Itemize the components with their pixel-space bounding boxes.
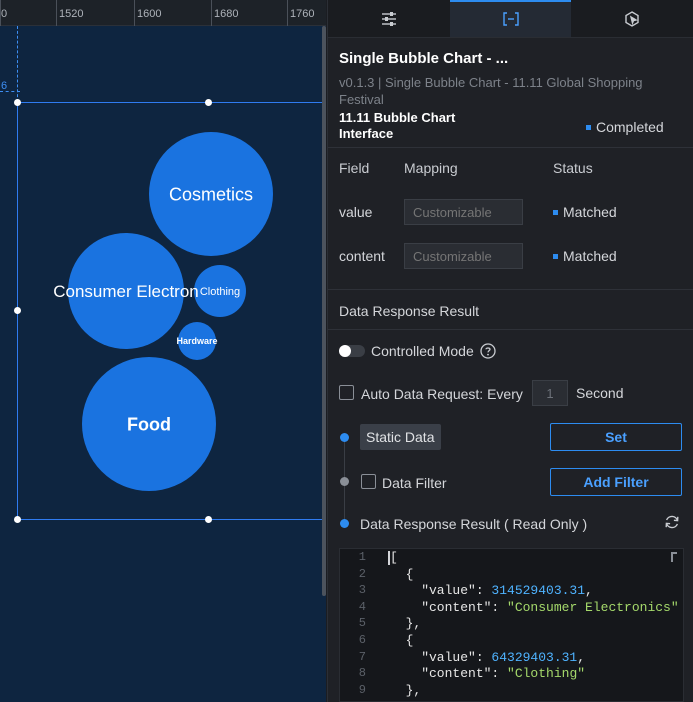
readonly-result-label: Data Response Result ( Read Only ) — [360, 516, 588, 532]
status-dot-icon — [586, 124, 591, 130]
controlled-mode-toggle[interactable] — [339, 345, 365, 357]
line-number: 1 — [358, 550, 366, 564]
field-status: Matched — [553, 204, 617, 220]
canvas-scrollbar[interactable] — [322, 26, 326, 596]
code-text: "content": "Consumer Electronics" — [390, 599, 679, 615]
interval-unit: Second — [576, 385, 624, 401]
code-text: }, — [390, 616, 422, 632]
line-number: 6 — [358, 633, 366, 647]
controlled-mode-row: Controlled Mode — [339, 343, 496, 359]
code-line: 8 "content": "Clothing" — [340, 666, 683, 683]
interface-row: 11.11 Bubble Chart Interface Completed — [339, 108, 684, 144]
config-panel: Single Bubble Chart - ... v0.1.3 | Singl… — [327, 0, 693, 702]
code-line: 3 "value": 314529403.31, — [340, 583, 683, 600]
code-line: 1[ — [340, 550, 683, 567]
code-text: }, — [390, 682, 422, 698]
divider — [328, 147, 693, 148]
pipeline-dot-icon — [340, 433, 349, 442]
column-header-field: Field — [339, 160, 370, 176]
resize-handle-bottom[interactable] — [205, 516, 212, 523]
editor-canvas[interactable]: 0 1520 1600 1680 1760 6 Cosmetics Consume… — [0, 0, 326, 702]
line-number: 5 — [358, 616, 366, 631]
code-text: { — [390, 566, 414, 582]
mapping-input-value[interactable] — [404, 199, 523, 225]
code-text: [ — [390, 550, 398, 565]
section-heading: Data Response Result — [339, 303, 480, 319]
column-header-status: Status — [553, 160, 593, 176]
code-line: 7 "value": 64329403.31, — [340, 649, 683, 667]
selected-component-frame[interactable] — [17, 102, 326, 520]
json-code-viewer[interactable]: 1[2 {3 "value": 314529403.31, 4 "content"… — [339, 548, 684, 702]
component-title: Single Bubble Chart - ... — [339, 50, 509, 67]
resize-handle-top-left[interactable] — [14, 99, 21, 106]
interface-name: 11.11 Bubble Chart Interface — [339, 110, 456, 141]
interval-input[interactable]: 1 — [532, 380, 568, 406]
line-number: 4 — [358, 599, 366, 614]
data-bracket-icon — [502, 11, 519, 26]
line-number: 8 — [358, 666, 366, 681]
resize-handle-bottom-left[interactable] — [14, 516, 21, 523]
auto-request-checkbox[interactable] — [339, 385, 354, 400]
code-line: 6 { — [340, 633, 683, 650]
line-number: 3 — [358, 583, 366, 598]
help-icon[interactable] — [480, 343, 496, 359]
resize-handle-top[interactable] — [205, 99, 212, 106]
code-text: "value": 64329403.31, — [390, 649, 586, 665]
code-text: { — [390, 633, 414, 648]
column-header-mapping: Mapping — [404, 160, 458, 176]
code-line: 2 { — [340, 566, 683, 584]
add-filter-button[interactable]: Add Filter — [550, 468, 682, 496]
static-data-chip[interactable]: Static Data — [360, 424, 441, 450]
data-filter-label: Data Filter — [382, 475, 447, 491]
auto-request-row: Auto Data Request: Every 1 Second — [339, 380, 684, 406]
divider — [328, 329, 693, 330]
panel-tabs — [328, 0, 693, 38]
data-filter-checkbox[interactable] — [361, 474, 376, 489]
status-dot-icon — [553, 253, 558, 259]
controlled-mode-label: Controlled Mode — [371, 343, 474, 359]
tab-style[interactable] — [328, 0, 450, 37]
interaction-icon — [625, 10, 639, 27]
field-name: value — [339, 204, 373, 220]
pipeline-dot-icon — [340, 477, 349, 486]
resize-handle-left[interactable] — [14, 307, 21, 314]
line-number: 7 — [358, 649, 366, 664]
tab-interaction[interactable] — [571, 0, 693, 37]
component-subtitle: v0.1.3 | Single Bubble Chart - 11.11 Glo… — [339, 75, 643, 106]
code-text: "value": 314529403.31, — [390, 583, 593, 599]
code-text: "content": "Clothing" — [390, 666, 586, 682]
pipeline-dot-icon — [340, 519, 349, 528]
code-line: 9 }, — [340, 682, 683, 700]
code-line: 4 "content": "Consumer Electronics" — [340, 599, 683, 617]
divider — [328, 289, 693, 290]
line-number: 2 — [358, 566, 366, 581]
mapping-input-content[interactable] — [404, 243, 523, 269]
tab-data[interactable] — [449, 0, 572, 37]
set-button[interactable]: Set — [550, 423, 682, 451]
field-name: content — [339, 248, 385, 264]
line-number: 9 — [358, 682, 366, 697]
auto-request-label: Auto Data Request: Every — [361, 386, 523, 402]
code-line: 5 }, — [340, 616, 683, 633]
refresh-icon[interactable] — [664, 514, 680, 530]
field-status: Matched — [553, 248, 617, 264]
status-dot-icon — [553, 209, 558, 215]
interface-status: Completed — [586, 119, 664, 135]
field-row-content: content Matched — [339, 243, 684, 269]
field-row-value: value Matched — [339, 199, 684, 225]
sliders-icon — [381, 11, 396, 26]
